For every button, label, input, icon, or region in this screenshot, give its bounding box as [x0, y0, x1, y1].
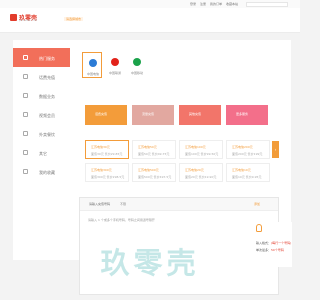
site-header: 玖零壳 JIULINGKE.COM 请选择城市 [0, 8, 300, 33]
tab-more[interactable]: 更多服务 [226, 105, 268, 125]
sidebar-item-label: 热门服务 [39, 55, 55, 61]
operator-unicom[interactable]: 中国联通 [105, 52, 125, 78]
product-title: 江苏电信20元 [185, 168, 204, 172]
operator-label: 中国联通 [108, 71, 121, 75]
tab-recharge[interactable]: 话费充值 [85, 105, 127, 125]
operator-label: 中国电信 [86, 72, 99, 76]
product-title: 江苏电信200元 [232, 145, 253, 149]
top-bar: 登录 注册 我的订单 收藏本站 [0, 0, 300, 8]
sidebar-item-food[interactable]: 外卖餐饮 [13, 124, 70, 143]
tab-other[interactable]: 其他充值 [179, 105, 221, 125]
product-card[interactable]: 江苏电信10元 面值10元 售价9.95元 [226, 163, 270, 182]
top-search-input[interactable] [246, 1, 288, 7]
phone-input-placeholder: 请输入 1 个或多个手机号码，号码之间用逗号隔开 [88, 218, 155, 222]
video-icon [23, 112, 28, 117]
tab-label: 话费充值 [95, 112, 108, 116]
sidebar-item-label: 外卖餐饮 [39, 131, 55, 137]
product-price: 面值20元 售价19.90元 [185, 175, 217, 179]
phone-numbers-input[interactable]: 请输入 1 个或多个手机号码，号码之间用逗号隔开 [85, 215, 195, 233]
product-title: 江苏电信10元 [232, 168, 251, 172]
product-price: 面值50元 售价49.75元 [138, 152, 170, 156]
next-page-arrow-icon[interactable]: › [272, 141, 279, 158]
sidebar-item-label: 我的收藏 [39, 169, 55, 175]
telecom-logo-icon [89, 59, 97, 67]
tab-label: 其他充值 [189, 112, 202, 116]
product-title: 江苏电信300元 [91, 168, 112, 172]
sidebar-item-label: 话费充值 [39, 74, 55, 80]
phone-panel-title: 请输入充值号码 [89, 202, 111, 206]
sidebar-item-label: 视频会员 [39, 112, 55, 118]
phone-panel-subtitle: 不限 [120, 202, 127, 206]
operator-telecom[interactable]: 中国电信 [82, 52, 102, 78]
logo-subtitle: JIULINGKE.COM [19, 20, 37, 22]
product-price: 面值200元 售价199元 [232, 152, 263, 156]
fire-icon [23, 55, 28, 60]
star-icon [23, 169, 28, 174]
city-selector[interactable]: 请选择城市 [64, 17, 84, 21]
phone-panel-header: 请输入充值号码 不限 添加 [80, 198, 278, 211]
product-card[interactable]: 江苏电信30元 面值30元 售价29.85元 [85, 140, 129, 159]
sidebar-item-other[interactable]: 其它 [13, 143, 70, 162]
sidebar-item-hot[interactable]: 热门服务 [13, 48, 70, 67]
product-price: 面值300元 售价298.5元 [91, 175, 125, 179]
product-card[interactable]: 江苏电信300元 面值300元 售价298.5元 [85, 163, 129, 182]
product-card[interactable]: 江苏电信100元 面值100元 售价99.50元 [179, 140, 223, 159]
sidebar-item-label: 其它 [39, 150, 47, 156]
favorite-site-link[interactable]: 收藏本站 [226, 2, 238, 6]
data-icon [23, 93, 28, 98]
operator-mobile[interactable]: 中国移动 [127, 52, 147, 78]
product-card[interactable]: 江苏电信500元 面值500元 售价497.5元 [132, 163, 176, 182]
operator-label: 中国移动 [130, 71, 143, 75]
phone-icon [23, 74, 28, 79]
product-card[interactable]: 江苏电信50元 面值50元 售价49.75元 [132, 140, 176, 159]
product-price: 面值10元 售价9.95元 [232, 175, 262, 179]
sidebar-item-favorites[interactable]: 我的收藏 [13, 162, 70, 181]
sidebar-item-label: 数据业务 [39, 93, 55, 99]
tab-label: 更多服务 [236, 112, 249, 116]
sidebar-item-recharge[interactable]: 话费充值 [13, 67, 70, 86]
logo-icon[interactable] [10, 14, 17, 21]
sidebar: 热门服务 话费充值 数据业务 视频会员 外卖餐饮 其它 我的收藏 [13, 48, 70, 181]
mobile-logo-icon [133, 58, 141, 66]
add-number-link[interactable]: 添加 [254, 202, 260, 206]
product-card[interactable]: 江苏电信200元 面值200元 售价199元 [226, 140, 270, 159]
product-title: 江苏电信500元 [138, 168, 159, 172]
food-icon [23, 131, 28, 136]
orders-link[interactable]: 我的订单 [210, 2, 222, 6]
lightbulb-icon [256, 224, 262, 232]
product-card[interactable]: 江苏电信20元 面值20元 售价19.90元 [179, 163, 223, 182]
unicom-logo-icon [111, 58, 119, 66]
product-title: 江苏电信100元 [185, 145, 206, 149]
product-title: 江苏电信30元 [91, 145, 110, 149]
sidebar-item-data[interactable]: 数据业务 [13, 86, 70, 105]
tab-data[interactable]: 流量充值 [132, 105, 174, 125]
top-links: 登录 注册 我的订单 收藏本站 [187, 2, 238, 6]
login-link[interactable]: 登录 [190, 2, 196, 6]
register-link[interactable]: 注册 [200, 2, 206, 6]
product-title: 江苏电信50元 [138, 145, 157, 149]
sidebar-item-video[interactable]: 视频会员 [13, 105, 70, 124]
product-price: 面值500元 售价497.5元 [138, 175, 172, 179]
product-price: 面值30元 售价29.85元 [91, 152, 123, 156]
watermark-text: 玖零壳 [100, 246, 200, 280]
other-icon [23, 150, 28, 155]
tab-label: 流量充值 [142, 112, 155, 116]
product-price: 面值100元 售价99.50元 [185, 152, 219, 156]
